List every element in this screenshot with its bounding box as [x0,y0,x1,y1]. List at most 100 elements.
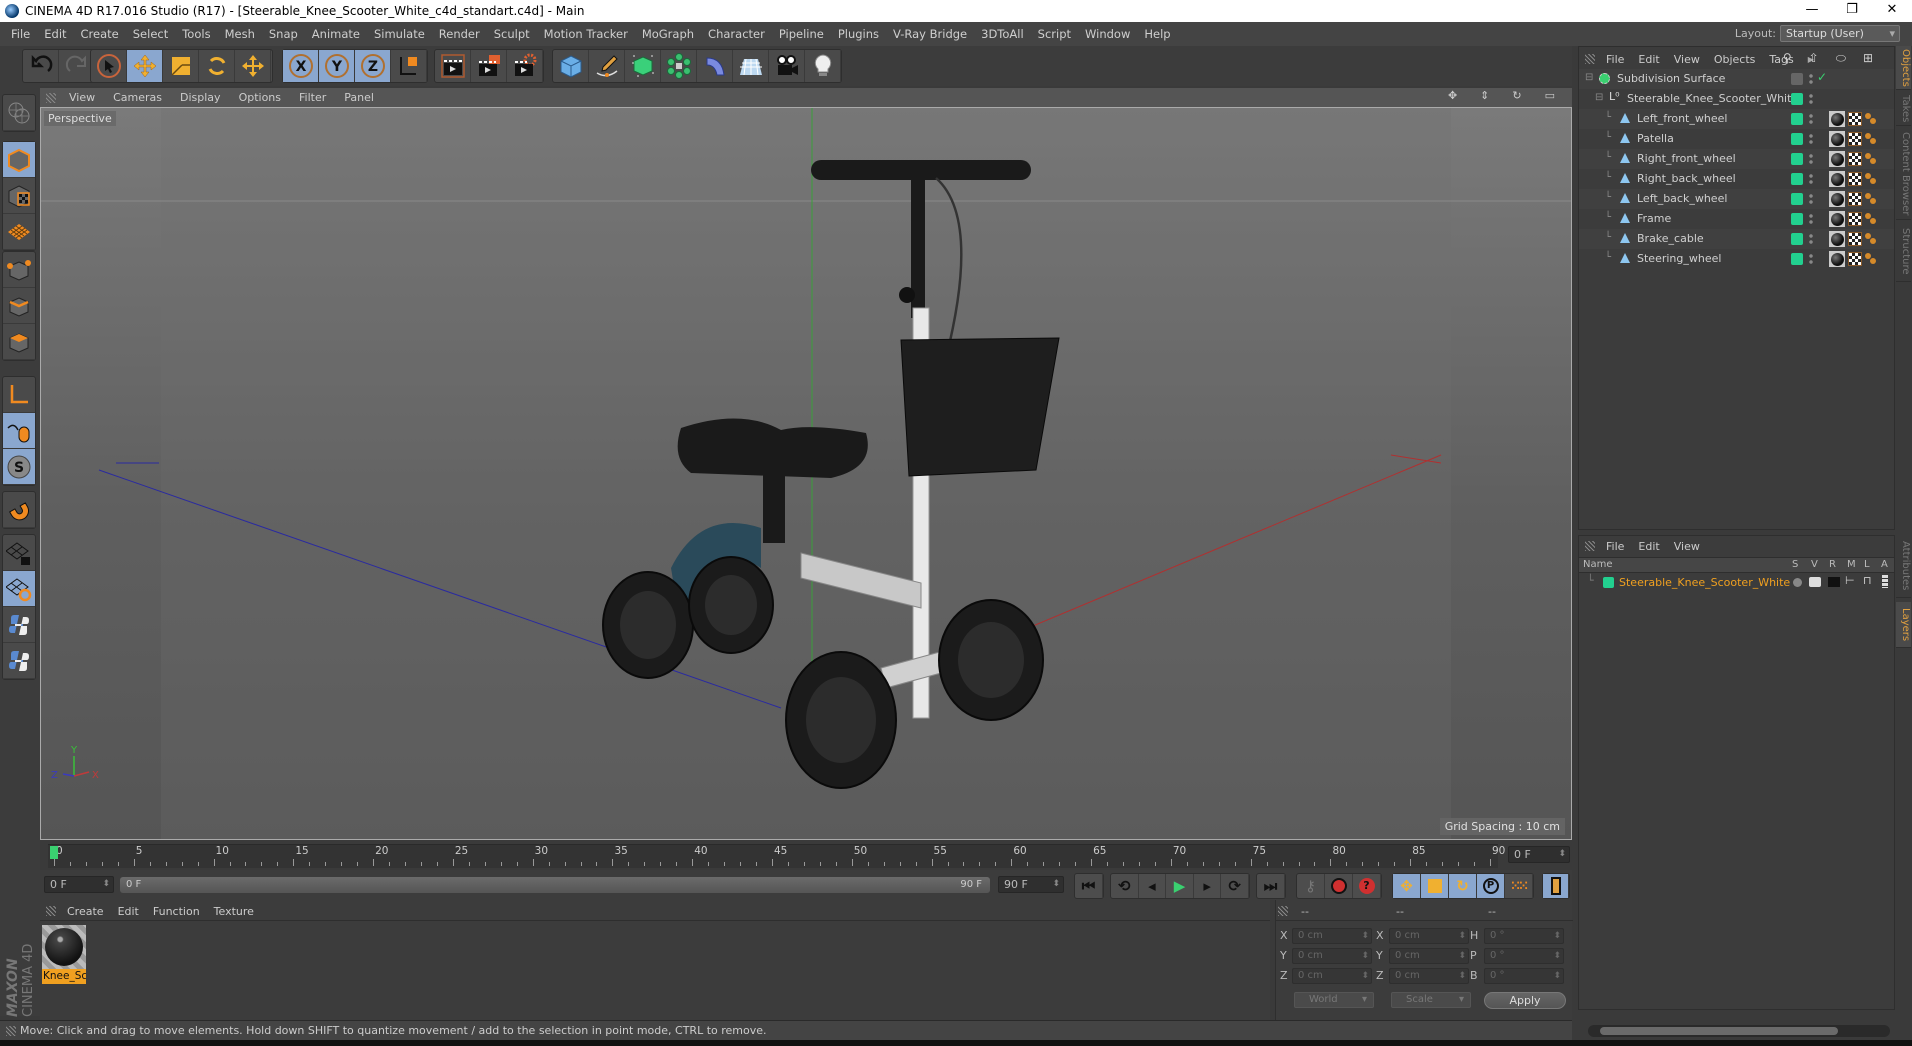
next-frame-button[interactable]: ▸ [1194,874,1222,898]
tweak-mode-button[interactable] [3,413,35,449]
material-tag-icon[interactable] [1829,151,1845,167]
camera-button[interactable] [769,50,805,82]
panel-grip-icon[interactable] [46,92,56,103]
layout-dropdown[interactable]: Startup (User) [1780,25,1900,42]
workplane-mode-button[interactable] [3,214,35,250]
object-row[interactable]: └ Left_back_wheel [1579,189,1894,209]
object-row[interactable]: └ Left_front_wheel [1579,109,1894,129]
menu-tools[interactable]: Tools [175,27,217,41]
handlebar[interactable] [811,160,1031,180]
menu-select[interactable]: Select [126,27,175,41]
close-button[interactable]: ✕ [1872,0,1912,22]
object-row[interactable]: ⊟ L⁰ Steerable_Knee_Scooter_White [1579,89,1894,109]
menu-simulate[interactable]: Simulate [367,27,432,41]
panel-grip-icon[interactable] [1278,906,1288,916]
menu-mograph[interactable]: MoGraph [635,27,701,41]
frame-range-slider[interactable]: 0 F 90 F [120,877,990,893]
material-menu-edit[interactable]: Edit [111,905,146,918]
panel-grip-icon[interactable] [1585,541,1595,551]
uvw-tag-icon[interactable] [1848,212,1862,226]
autokeying-button[interactable] [1325,874,1353,898]
om-menu-view[interactable]: View [1667,53,1707,66]
last-tool-button[interactable] [235,50,271,82]
python-button[interactable] [3,607,35,643]
undo-button[interactable] [23,50,59,82]
playhead[interactable] [50,846,58,859]
object-row[interactable]: └ Frame [1579,209,1894,229]
python-2-button[interactable] [3,643,35,679]
object-name[interactable]: Left_back_wheel [1637,192,1727,205]
pan-view-icon[interactable]: ✥ [1439,89,1466,102]
layer-color-icon[interactable] [1791,253,1803,265]
menu-script[interactable]: Script [1031,27,1078,41]
light-button[interactable] [805,50,841,82]
coordinate-system-button[interactable] [391,50,427,82]
seat-post[interactable] [763,473,785,543]
axis-mode-button[interactable] [3,377,35,413]
visibility-dots-icon[interactable] [1809,193,1813,205]
menu-motion-tracker[interactable]: Motion Tracker [537,27,635,41]
object-name[interactable]: Left_front_wheel [1637,112,1727,125]
material-tag-icon[interactable] [1829,111,1845,127]
phong-tag-icon[interactable] [1865,213,1877,225]
coordinate-mode-dropdown[interactable]: World [1294,992,1374,1008]
edges-mode-button[interactable] [3,288,35,324]
material-tag-icon[interactable] [1829,131,1845,147]
pen-spline-button[interactable] [589,50,625,82]
column-solo[interactable]: S [1792,559,1798,570]
lock-open-icon[interactable]: ⊓ [1863,574,1872,587]
layer-color-icon[interactable] [1791,153,1803,165]
key-rotation-button[interactable]: ↻ [1449,874,1477,898]
bend-deformer-button[interactable] [697,50,733,82]
om-menu-edit[interactable]: Edit [1631,53,1666,66]
column-manager[interactable]: M [1847,559,1856,570]
panel-grip-icon[interactable] [1585,54,1595,64]
x-axis-lock-button[interactable]: X [283,50,319,82]
coord-field-z[interactable]: 0 cm [1292,968,1372,984]
column-locked[interactable]: L [1864,559,1870,570]
enabled-check-icon[interactable]: ✓ [1817,70,1827,84]
move-tool-button[interactable] [127,50,163,82]
previous-frame-button[interactable]: ◂ [1139,874,1167,898]
tab-layers[interactable]: Layers [1896,602,1911,648]
uvw-tag-icon[interactable] [1848,252,1862,266]
viewport-menu-options[interactable]: Options [230,91,290,104]
visibility-dots-icon[interactable] [1809,173,1813,185]
manager-hierarchy-icon[interactable]: ⊢ [1845,574,1855,587]
layer-color-icon[interactable] [1791,133,1803,145]
coord-field-y[interactable]: 0 cm [1389,948,1469,964]
snap-button[interactable] [3,492,35,528]
object-row[interactable]: └ Steering_wheel [1579,249,1894,269]
object-row[interactable]: └ Patella [1579,129,1894,149]
basket[interactable] [900,337,1060,477]
current-frame-field[interactable]: 0 F [1508,846,1570,863]
maximize-button[interactable]: ❐ [1832,0,1872,22]
phong-tag-icon[interactable] [1865,173,1877,185]
visibility-dots-icon[interactable] [1809,213,1813,225]
visibility-dots-icon[interactable] [1809,233,1813,245]
planar-workplane-button[interactable] [3,571,35,607]
object-name[interactable]: Right_front_wheel [1637,152,1736,165]
menu-plugins[interactable]: Plugins [831,27,886,41]
play-button[interactable]: ▶ [1166,874,1194,898]
uvw-tag-icon[interactable] [1848,232,1862,246]
object-name[interactable]: Brake_cable [1637,232,1704,245]
object-row[interactable]: └ Right_back_wheel [1579,169,1894,189]
menu-3dtoall[interactable]: 3DToAll [974,27,1031,41]
phong-tag-icon[interactable] [1865,113,1877,125]
menu-help[interactable]: Help [1137,27,1177,41]
timeline-window-button[interactable] [1543,874,1569,898]
keyframe-selection-button[interactable]: ? [1353,874,1381,898]
menu-create[interactable]: Create [74,27,126,41]
timeline-ruler[interactable]: 0 5 10 15 20 25 30 35 40 45 50 55 60 65 70 75 80 85 90 [48,844,1505,868]
object-name[interactable]: Steering_wheel [1637,252,1721,265]
material-menu-create[interactable]: Create [60,905,111,918]
material-tag-icon[interactable] [1829,231,1845,247]
viewport-menu-cameras[interactable]: Cameras [104,91,171,104]
visibility-dots-icon[interactable] [1809,93,1813,105]
material-tag-icon[interactable] [1829,191,1845,207]
rotate-view-icon[interactable]: ↻ [1503,89,1530,102]
cloner-button[interactable] [661,50,697,82]
layer-color-icon[interactable] [1791,213,1803,225]
polygons-mode-button[interactable] [3,324,35,360]
